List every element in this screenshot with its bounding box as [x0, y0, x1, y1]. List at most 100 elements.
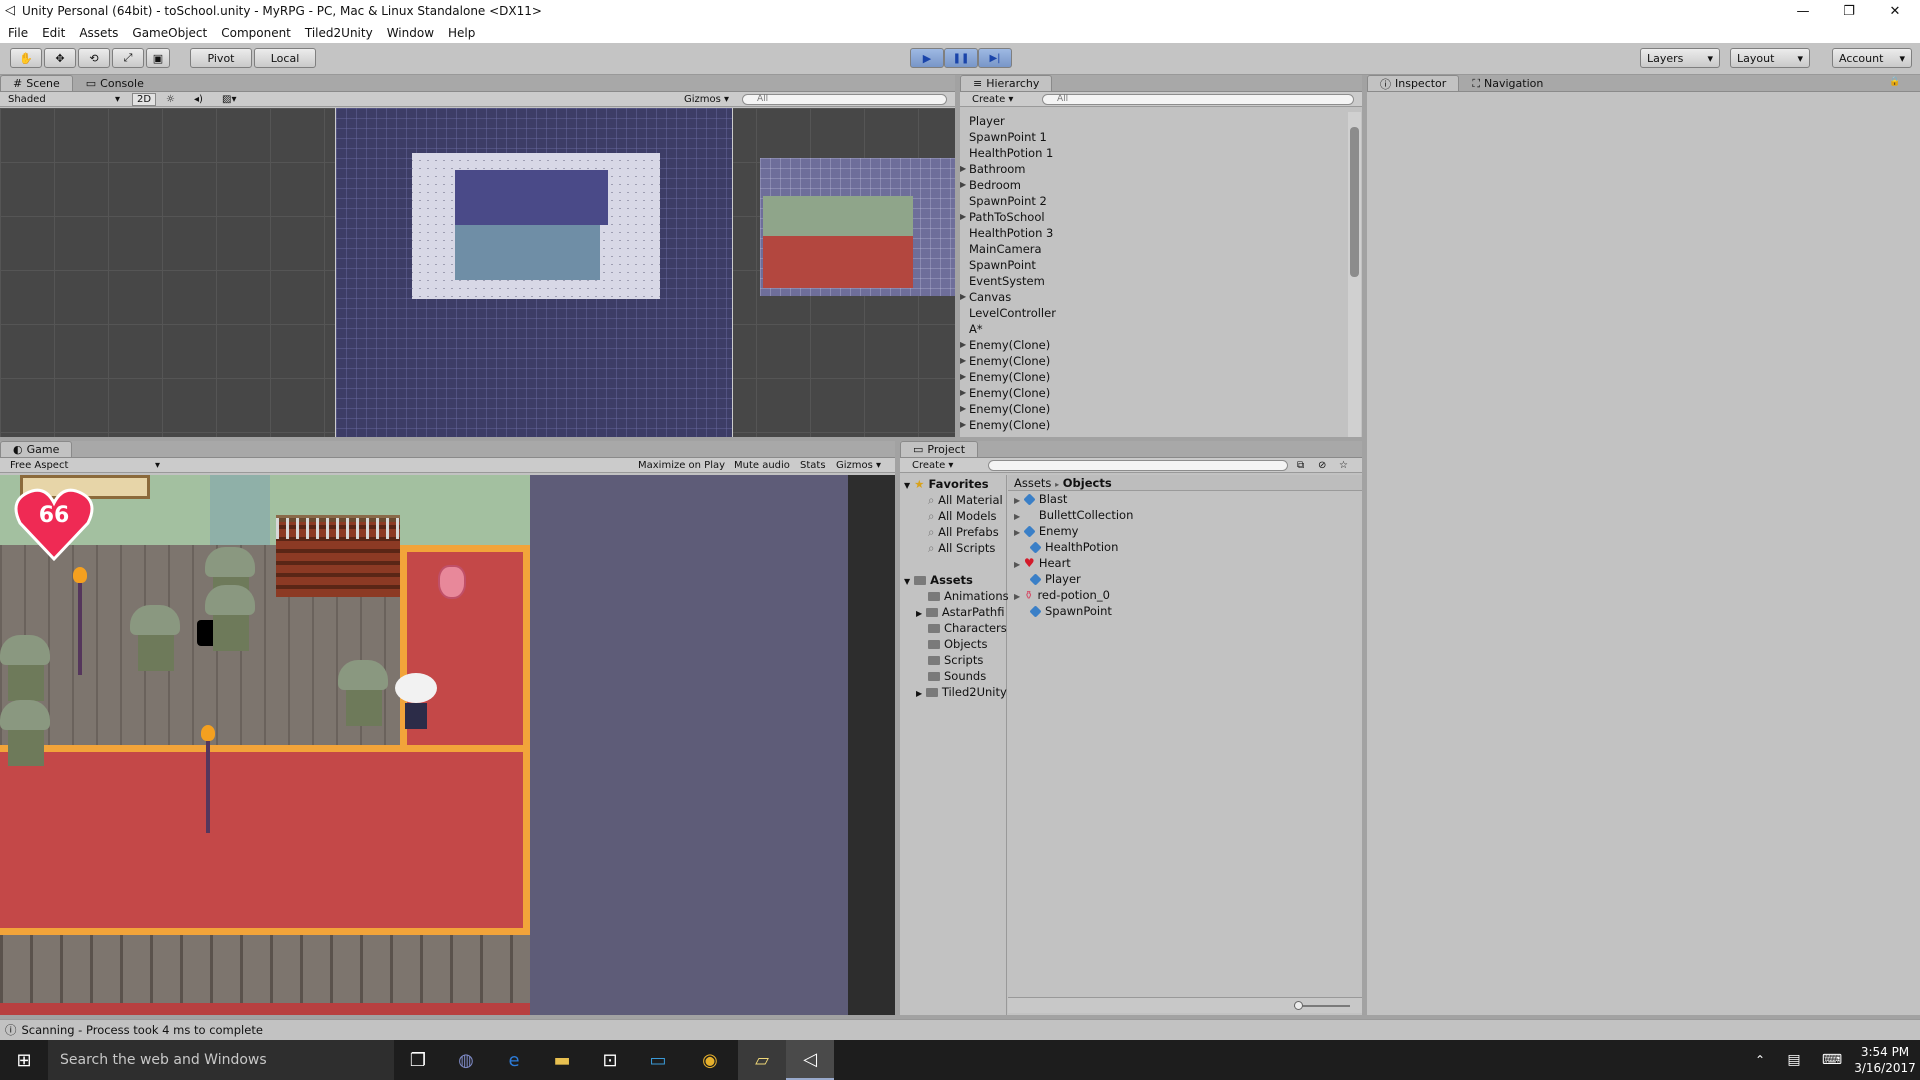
shading-dropdown[interactable]: Shaded ▾ [4, 93, 124, 106]
windows-start-icon[interactable]: ⊞ [0, 1040, 48, 1080]
rect-tool-icon[interactable]: ▣ [146, 48, 170, 68]
folder-item[interactable]: Sounds [900, 668, 1006, 684]
hierarchy-item[interactable]: ▶ Canvas [960, 289, 1348, 305]
expand-arrow-icon[interactable]: ▶ [1014, 496, 1020, 505]
asset-item[interactable]: HealthPotion [1008, 539, 1362, 555]
tab-game[interactable]: ◐ Game [0, 441, 73, 457]
tab-scene[interactable]: # Scene [0, 75, 73, 91]
expand-arrow-icon[interactable]: ▶ [1014, 512, 1020, 521]
asset-item[interactable]: ▶ Enemy [1008, 523, 1362, 539]
hierarchy-expand-arrow[interactable]: ▶ [960, 369, 966, 385]
tab-project[interactable]: ▭ Project [900, 441, 979, 457]
hierarchy-expand-arrow[interactable]: ▶ [960, 177, 966, 193]
app-icon[interactable]: ◍ [442, 1040, 490, 1080]
hierarchy-item[interactable]: SpawnPoint 1 [960, 129, 1348, 145]
tab-navigation[interactable]: ⛶ Navigation [1459, 75, 1556, 91]
hierarchy-item[interactable]: ▶ PathToSchool [960, 209, 1348, 225]
keyboard-icon[interactable]: ⌨ [1808, 1040, 1856, 1080]
folder-app-icon[interactable]: ▱ [738, 1040, 786, 1080]
2d-toggle[interactable]: 2D [132, 93, 157, 106]
hierarchy-scrollbar[interactable] [1348, 112, 1361, 437]
lighting-icon[interactable]: ☼ [162, 93, 179, 106]
store-icon[interactable]: ⊡ [586, 1040, 634, 1080]
folder-item[interactable]: ▶ AstarPathfi [900, 604, 1006, 620]
status-text[interactable]: Scanning - Process took 4 ms to complete [22, 1023, 263, 1037]
edge-icon[interactable]: e [490, 1040, 538, 1080]
menu-window[interactable]: Window [387, 26, 434, 40]
favorite-item[interactable]: ⌕ All Material [900, 492, 1006, 508]
menu-gameobject[interactable]: GameObject [132, 26, 207, 40]
hierarchy-search-input[interactable]: All [1042, 94, 1354, 105]
hierarchy-item[interactable]: Player [960, 113, 1348, 129]
hierarchy-create-dropdown[interactable]: Create ▾ [968, 93, 1017, 106]
favorite-item[interactable]: ⌕ All Models [900, 508, 1006, 524]
hierarchy-expand-arrow[interactable]: ▶ [960, 289, 966, 305]
menu-assets[interactable]: Assets [79, 26, 118, 40]
folder-item[interactable]: Animations [900, 588, 1009, 604]
filter-label-icon[interactable]: ⊘ [1314, 459, 1330, 472]
file-explorer-icon[interactable]: ▬ [538, 1040, 586, 1080]
hierarchy-item[interactable]: ▶ Enemy(Clone) [960, 417, 1348, 433]
favorite-item[interactable]: ⌕ All Prefabs [900, 524, 1006, 540]
hierarchy-item[interactable]: A* [960, 321, 1348, 337]
unity-icon[interactable]: ◁ [786, 1040, 834, 1080]
gizmos-dropdown[interactable]: Gizmos ▾ [680, 93, 733, 106]
hierarchy-expand-arrow[interactable]: ▶ [960, 337, 966, 353]
expand-arrow-icon[interactable]: ▶ [1014, 592, 1020, 601]
step-button[interactable]: ▶| [978, 48, 1012, 68]
pivot-toggle[interactable]: Pivot [190, 48, 252, 68]
hierarchy-item[interactable]: ▶ Enemy(Clone) [960, 369, 1348, 385]
account-dropdown[interactable]: Account ▾ [1832, 48, 1912, 68]
hierarchy-expand-arrow[interactable]: ▶ [960, 401, 966, 417]
hierarchy-item[interactable]: ▶ Enemy(Clone) [960, 337, 1348, 353]
move-tool-icon[interactable]: ✥ [44, 48, 76, 68]
expand-arrow-icon[interactable]: ▶ [916, 609, 922, 618]
hierarchy-item[interactable]: ▶ Enemy(Clone) [960, 353, 1348, 369]
menu-tiled2unity[interactable]: Tiled2Unity [305, 26, 373, 40]
hierarchy-expand-arrow[interactable]: ▶ [960, 385, 966, 401]
tab-console[interactable]: ▭ Console [73, 75, 157, 91]
hand-tool-icon[interactable]: ✋ [10, 48, 42, 68]
layers-dropdown[interactable]: Layers ▾ [1640, 48, 1720, 68]
filter-type-icon[interactable]: ⧉ [1293, 459, 1308, 472]
expand-arrow-icon[interactable]: ▶ [1014, 560, 1020, 569]
folder-item[interactable]: Characters [900, 620, 1007, 636]
hierarchy-item[interactable]: MainCamera [960, 241, 1348, 257]
menu-component[interactable]: Component [221, 26, 291, 40]
mute-audio-toggle[interactable]: Mute audio [730, 459, 794, 472]
hierarchy-item[interactable]: EventSystem [960, 273, 1348, 289]
pause-button[interactable]: ❚❚ [944, 48, 978, 68]
play-button[interactable]: ▶ [910, 48, 944, 68]
tab-hierarchy[interactable]: ≡ Hierarchy [960, 75, 1053, 91]
hierarchy-item[interactable]: ▶ Enemy(Clone) [960, 401, 1348, 417]
menu-edit[interactable]: Edit [42, 26, 65, 40]
scene-viewport[interactable] [0, 108, 955, 437]
asset-item[interactable]: ▶ Blast [1008, 491, 1362, 507]
folder-item[interactable]: Scripts [900, 652, 1006, 668]
chrome-icon[interactable]: ◉ [686, 1040, 734, 1080]
project-search-input[interactable] [988, 460, 1288, 471]
assets-header[interactable]: ▼ Assets [900, 572, 1006, 588]
folder-item[interactable]: ▶ Tiled2Unity [900, 684, 1007, 700]
slider-handle[interactable] [1294, 1001, 1303, 1010]
clock[interactable]: 3:54 PM 3/16/2017 [1850, 1044, 1920, 1076]
audio-icon[interactable]: ◂) [190, 93, 207, 106]
minimize-button[interactable]: — [1780, 0, 1826, 22]
layout-dropdown[interactable]: Layout ▾ [1730, 48, 1810, 68]
breadcrumb-assets[interactable]: Assets [1014, 476, 1051, 490]
favorite-star-icon[interactable]: ☆ [1335, 459, 1352, 472]
tab-inspector[interactable]: ⓘ Inspector [1367, 75, 1460, 91]
asset-item[interactable]: Player [1008, 571, 1362, 587]
expand-arrow-icon[interactable]: ▶ [916, 689, 922, 698]
asset-item[interactable]: ▶ ⚱ red-potion_0 [1008, 587, 1362, 603]
hierarchy-item[interactable]: SpawnPoint 2 [960, 193, 1348, 209]
menu-help[interactable]: Help [448, 26, 475, 40]
expand-arrow-icon[interactable]: ▶ [1014, 528, 1020, 537]
hierarchy-item[interactable]: HealthPotion 1 [960, 145, 1348, 161]
hierarchy-item[interactable]: SpawnPoint [960, 257, 1348, 273]
hierarchy-item[interactable]: ▶ Bedroom [960, 177, 1348, 193]
asset-item[interactable]: ▶ BullettCollection [1008, 507, 1362, 523]
remote-desktop-icon[interactable]: ▭ [634, 1040, 682, 1080]
restore-button[interactable]: ❐ [1826, 0, 1872, 22]
hierarchy-item[interactable]: ▶ Enemy(Clone) [960, 385, 1348, 401]
